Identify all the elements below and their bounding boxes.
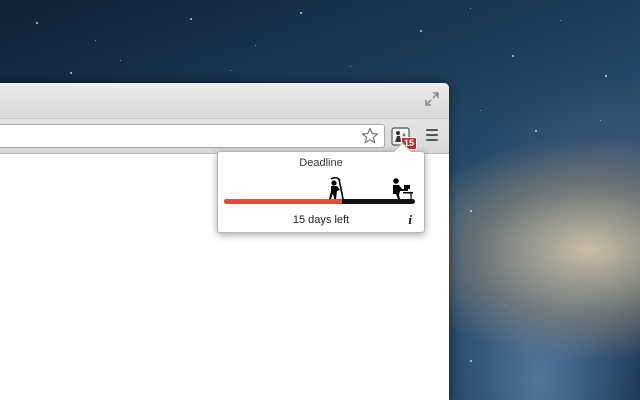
popup-title: Deadline xyxy=(299,157,343,169)
hamburger-menu-icon[interactable] xyxy=(426,129,438,143)
deadline-progress-track xyxy=(224,199,415,204)
browser-toolbar: 15 xyxy=(0,119,449,154)
title-bar xyxy=(0,83,449,119)
address-bar[interactable] xyxy=(0,124,385,148)
deadline-popup: Deadline 15 days left i xyxy=(217,142,425,233)
grim-reaper-icon xyxy=(328,176,348,200)
deadline-progress-fill xyxy=(224,199,343,204)
person-at-desk-icon xyxy=(390,177,414,199)
fullscreen-icon[interactable] xyxy=(424,91,440,107)
browser-window: 15 xyxy=(0,83,449,400)
info-icon[interactable]: i xyxy=(408,212,412,228)
days-remaining-text: 15 days left xyxy=(292,214,350,226)
bookmark-star-icon[interactable] xyxy=(361,127,379,145)
